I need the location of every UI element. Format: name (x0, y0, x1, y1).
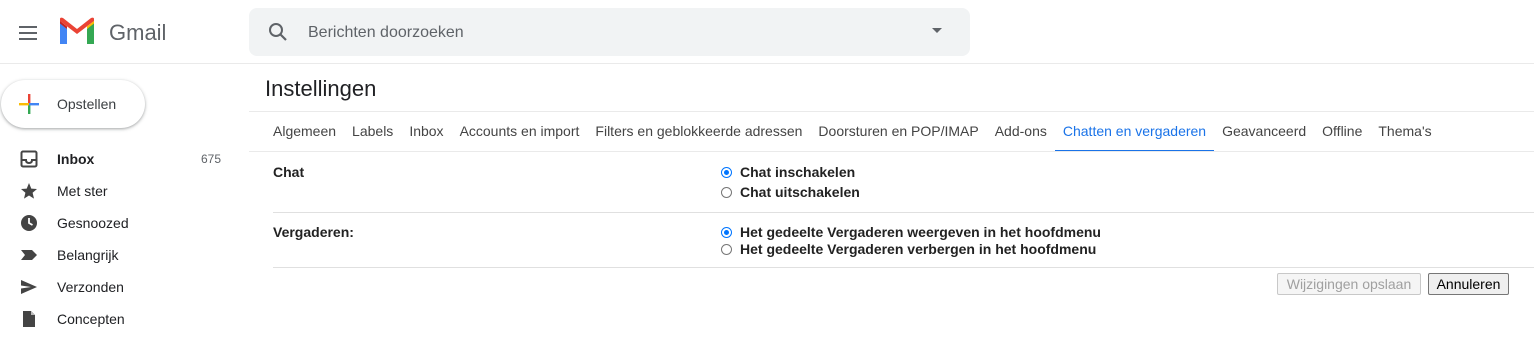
tab-add-ons[interactable]: Add-ons (987, 112, 1055, 152)
sidebar-item-sent[interactable]: Verzonden (0, 271, 240, 303)
search-icon[interactable] (267, 21, 289, 43)
chat-disable-label[interactable]: Chat uitschakelen (740, 184, 860, 200)
tab-algemeen[interactable]: Algemeen (265, 112, 344, 152)
sidebar-item-snoozed[interactable]: Gesnoozed (0, 207, 240, 239)
settings-tabs: Algemeen Labels Inbox Accounts en import… (265, 112, 1440, 152)
tab-labels[interactable]: Labels (344, 112, 401, 152)
sidebar-nav: Inbox 675 Met ster Gesnoozed Belangrijk … (0, 143, 240, 335)
meet-hide-option[interactable]: Het gedeelte Vergaderen verbergen in het… (721, 240, 1096, 258)
chat-disable-radio[interactable] (721, 186, 732, 198)
search-input[interactable] (306, 20, 910, 46)
tab-doorsturen-pop-imap[interactable]: Doorsturen en POP/IMAP (810, 112, 986, 152)
save-changes-button[interactable]: Wijzigingen opslaan (1277, 273, 1421, 295)
main-menu-button[interactable] (16, 20, 42, 46)
divider (249, 151, 1534, 152)
unread-count: 675 (200, 152, 221, 166)
chat-enable-label[interactable]: Chat inschakelen (740, 164, 855, 180)
compose-label: Opstellen (57, 96, 117, 112)
sidebar-item-drafts[interactable]: Concepten (0, 303, 240, 335)
tab-offline[interactable]: Offline (1314, 112, 1370, 152)
chat-enable-option[interactable]: Chat inschakelen (721, 163, 855, 181)
compose-button[interactable]: Opstellen (1, 80, 145, 128)
meet-hide-radio[interactable] (721, 243, 732, 255)
meet-show-radio[interactable] (721, 226, 732, 238)
gmail-m-icon (60, 17, 94, 44)
tab-themas[interactable]: Thema's (1370, 112, 1439, 152)
sidebar-item-inbox[interactable]: Inbox 675 (0, 143, 240, 175)
draft-icon (23, 311, 35, 327)
star-icon (21, 183, 37, 199)
cancel-button[interactable]: Annuleren (1428, 273, 1509, 295)
sidebar-item-label: Inbox (57, 151, 95, 167)
app-brand: Gmail (109, 20, 167, 45)
divider (273, 267, 1534, 268)
chat-disable-option[interactable]: Chat uitschakelen (721, 183, 860, 201)
send-icon (21, 280, 37, 294)
sidebar-item-label: Belangrijk (57, 247, 119, 263)
chat-section-label: Chat (273, 164, 305, 180)
tab-geavanceerd[interactable]: Geavanceerd (1214, 112, 1314, 152)
important-icon (21, 250, 37, 260)
hamburger-menu-icon (19, 26, 37, 40)
search-bar (249, 8, 970, 56)
clock-icon (21, 215, 37, 231)
sidebar-item-label: Concepten (57, 311, 125, 327)
meet-hide-label[interactable]: Het gedeelte Vergaderen verbergen in het… (740, 241, 1096, 257)
top-bar: Gmail (0, 0, 1534, 64)
inbox-icon (20, 150, 38, 168)
meet-section-label: Vergaderen: (273, 224, 354, 240)
plus-icon (19, 94, 39, 114)
tab-chatten-en-vergaderen[interactable]: Chatten en vergaderen (1054, 112, 1215, 152)
tab-accounts-en-import[interactable]: Accounts en import (452, 112, 588, 152)
gmail-logo[interactable] (57, 16, 97, 48)
meet-show-label[interactable]: Het gedeelte Vergaderen weergeven in het… (740, 224, 1101, 240)
chat-enable-radio[interactable] (721, 166, 732, 178)
sidebar-item-label: Met ster (57, 183, 108, 199)
divider (273, 212, 1534, 213)
tab-filters[interactable]: Filters en geblokkeerde adressen (587, 112, 810, 152)
sidebar-item-important[interactable]: Belangrijk (0, 239, 240, 271)
search-options-dropdown-icon[interactable] (932, 28, 942, 33)
tab-inbox[interactable]: Inbox (401, 112, 451, 152)
meet-show-option[interactable]: Het gedeelte Vergaderen weergeven in het… (721, 223, 1101, 241)
sidebar-item-starred[interactable]: Met ster (0, 175, 240, 207)
sidebar-item-label: Gesnoozed (57, 215, 129, 231)
page-title: Instellingen (265, 76, 377, 101)
sidebar-item-label: Verzonden (57, 279, 124, 295)
